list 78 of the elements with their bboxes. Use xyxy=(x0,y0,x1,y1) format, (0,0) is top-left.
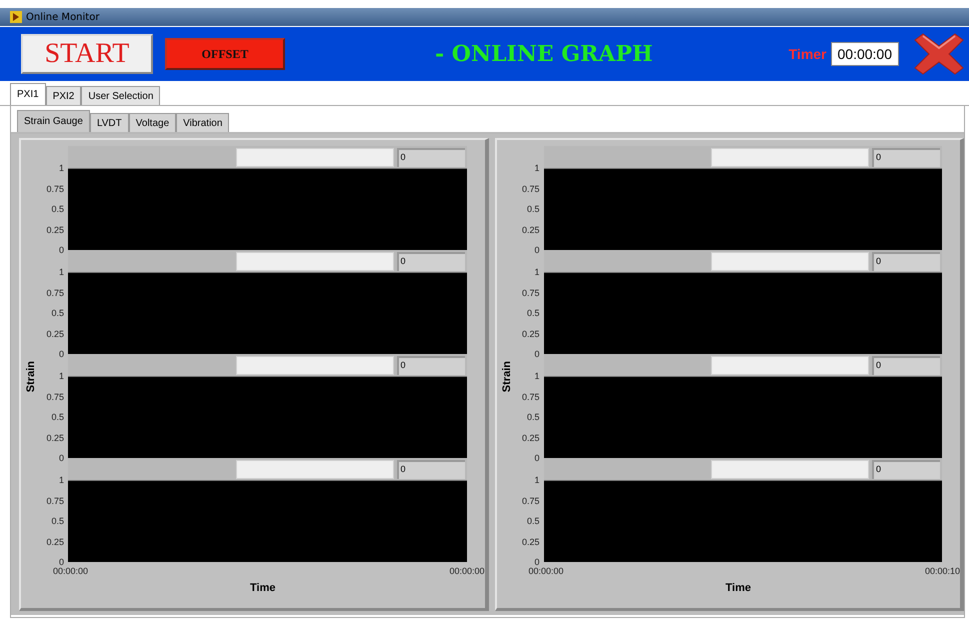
value-field[interactable]: 0 xyxy=(396,460,464,478)
axis-label: Time xyxy=(250,582,276,594)
value-field[interactable]: 0 xyxy=(396,252,464,270)
tick-label: 0.25 xyxy=(522,328,540,340)
tick-label: 0.5 xyxy=(526,203,540,215)
value-field[interactable]: 0 xyxy=(872,356,940,374)
tick-label: 0.5 xyxy=(51,515,65,527)
name-field[interactable] xyxy=(711,356,869,374)
tick-label: 00:00:00 xyxy=(53,566,88,576)
tick-label: 0 xyxy=(534,556,540,568)
timer-field: 00:00:00 xyxy=(830,42,899,66)
tick-label: 0.75 xyxy=(46,286,65,298)
axis-label: Strain xyxy=(25,361,37,393)
name-field[interactable] xyxy=(711,148,869,166)
name-field[interactable] xyxy=(711,252,869,270)
tick-label: 0 xyxy=(534,244,540,256)
tick-label: 0.25 xyxy=(522,432,540,444)
tick-label: 1 xyxy=(534,162,540,174)
tick-label: 0.5 xyxy=(526,515,540,527)
tick-label: 0.75 xyxy=(46,182,65,194)
tab[interactable]: User Selection xyxy=(81,86,160,105)
tick-label: 00:00:00 xyxy=(449,566,484,576)
axis-label: Time xyxy=(726,582,751,594)
tab[interactable]: PXI2 xyxy=(46,86,82,105)
tick-label: 0.25 xyxy=(46,432,65,444)
tick-label: 1 xyxy=(534,474,540,486)
tick-label: 0.25 xyxy=(46,328,65,340)
name-field[interactable] xyxy=(711,460,869,478)
value-field[interactable]: 0 xyxy=(396,148,464,166)
tick-label: 1 xyxy=(534,266,540,278)
tab[interactable]: LVDT xyxy=(90,113,129,132)
tick-label: 0.25 xyxy=(522,224,540,236)
graph-title: - ONLINE GRAPH xyxy=(435,41,653,67)
tick-label: 1 xyxy=(534,370,540,382)
tab[interactable]: PXI1 xyxy=(10,83,46,105)
tick-label: 1 xyxy=(58,266,65,278)
tick-label: 0 xyxy=(534,452,540,464)
tab[interactable]: Strain Gauge xyxy=(17,110,90,132)
name-field[interactable] xyxy=(236,148,394,166)
name-field[interactable] xyxy=(236,252,394,270)
tick-label: 1 xyxy=(58,370,65,382)
tick-label: 0.25 xyxy=(46,536,65,548)
timer-label: Timer xyxy=(788,46,826,62)
value-field[interactable]: 0 xyxy=(872,148,940,166)
value-field[interactable]: 0 xyxy=(872,460,940,478)
start-button[interactable]: START xyxy=(21,34,153,74)
tick-label: 0.75 xyxy=(522,390,540,402)
value-field[interactable]: 0 xyxy=(872,252,940,270)
value-field[interactable]: 0 xyxy=(396,356,464,374)
tick-label: 0.5 xyxy=(526,307,540,319)
tick-label: 1 xyxy=(58,474,65,486)
offset-button[interactable]: OFFSET xyxy=(165,38,285,70)
tick-label: 0.5 xyxy=(51,203,65,215)
app-icon xyxy=(10,11,22,23)
tick-label: 0.75 xyxy=(46,494,65,506)
tick-label: 1 xyxy=(58,162,65,174)
tick-label: 0.75 xyxy=(522,182,540,194)
tick-label: 0.75 xyxy=(522,494,540,506)
tick-label: 0 xyxy=(58,348,65,360)
tick-label: 0.5 xyxy=(526,411,540,423)
tick-label: 00:00:10 xyxy=(924,566,960,576)
tick-label: 0.25 xyxy=(46,224,65,236)
tick-label: 0.75 xyxy=(46,390,65,402)
tick-label: 0 xyxy=(534,348,540,360)
tick-label: 0 xyxy=(58,556,65,568)
tick-label: 0.5 xyxy=(51,411,65,423)
tab[interactable]: Voltage xyxy=(128,113,176,132)
tick-label: 0.5 xyxy=(51,307,65,319)
name-field[interactable] xyxy=(236,460,394,478)
tick-label: 0.75 xyxy=(522,286,540,298)
name-field[interactable] xyxy=(236,356,394,374)
tick-label: 0 xyxy=(58,452,65,464)
tab[interactable]: Vibration xyxy=(176,113,230,132)
axis-label: Strain xyxy=(500,361,512,393)
tick-label: 00:00:00 xyxy=(528,566,564,576)
tick-label: 0.25 xyxy=(522,536,540,548)
window-title: Online Monitor xyxy=(26,12,100,22)
tick-label: 0 xyxy=(58,244,65,256)
